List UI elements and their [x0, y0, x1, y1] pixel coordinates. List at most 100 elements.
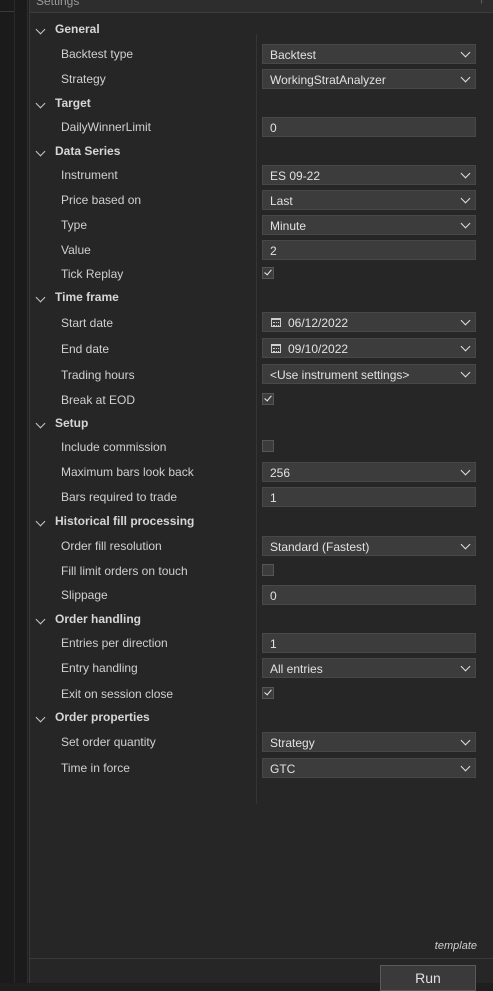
template-link[interactable]: template — [435, 940, 477, 952]
panel-title: Settings — [36, 0, 80, 8]
select-value: All entries — [270, 662, 323, 676]
chevron-down-icon[interactable] — [35, 292, 46, 303]
strategy-select[interactable]: WorkingStratAnalyzer — [262, 69, 476, 89]
chevron-down-icon[interactable] — [460, 539, 471, 550]
calendar-icon[interactable] — [271, 318, 281, 327]
prop-label: Set order quantity — [61, 735, 156, 749]
chevron-down-icon[interactable] — [460, 661, 471, 672]
daily-winner-limit-input[interactable]: 0 — [262, 117, 476, 137]
chevron-down-icon[interactable] — [35, 146, 46, 157]
category-label: Historical fill processing — [55, 514, 195, 528]
trading-hours-select[interactable]: <Use instrument settings> — [262, 364, 476, 384]
type-select[interactable]: Minute — [262, 215, 476, 235]
prop-label: Strategy — [61, 72, 106, 86]
chevron-down-icon[interactable] — [460, 193, 471, 204]
select-value: WorkingStratAnalyzer — [270, 73, 386, 87]
chevron-down-icon[interactable] — [460, 315, 471, 326]
price-based-on-select[interactable]: Last — [262, 190, 476, 210]
chevron-down-icon[interactable] — [460, 735, 471, 746]
fill-limit-on-touch-checkbox[interactable] — [262, 564, 274, 576]
category-label: General — [55, 22, 100, 36]
category-target[interactable]: Target — [30, 93, 493, 115]
chevron-down-icon[interactable] — [460, 72, 471, 83]
category-historical-fill[interactable]: Historical fill processing — [30, 511, 493, 533]
chevron-down-icon[interactable] — [35, 516, 46, 527]
chevron-down-icon[interactable] — [460, 218, 471, 229]
bars-required-input[interactable]: 1 — [262, 487, 476, 507]
input-value: 0 — [270, 121, 277, 135]
pin-icon[interactable]: ↑ — [479, 0, 485, 6]
select-value: GTC — [270, 762, 296, 776]
order-fill-resolution-select[interactable]: Standard (Fastest) — [262, 536, 476, 556]
break-at-eod-checkbox[interactable] — [262, 393, 274, 405]
prop-label: Exit on session close — [61, 687, 174, 701]
category-label: Order properties — [55, 710, 150, 724]
category-label: Order handling — [55, 612, 142, 626]
category-time-frame[interactable]: Time frame — [30, 287, 493, 309]
input-value: 0 — [270, 589, 277, 603]
property-grid: General Backtest type Backtest Strategy … — [30, 14, 493, 954]
prop-label: Bars required to trade — [61, 490, 178, 504]
chevron-down-icon[interactable] — [460, 465, 471, 476]
instrument-select[interactable]: ES 09-22 — [262, 165, 476, 185]
backtest-type-select[interactable]: Backtest — [262, 44, 476, 64]
prop-label: Price based on — [61, 193, 142, 207]
exit-on-session-close-checkbox[interactable] — [262, 687, 274, 699]
left-panel-strip — [0, 0, 28, 983]
prop-label: End date — [61, 342, 110, 356]
select-value: Strategy — [270, 736, 315, 750]
left-splitter[interactable] — [14, 0, 15, 983]
select-value: 256 — [270, 466, 291, 480]
select-value: ES 09-22 — [270, 169, 321, 183]
chevron-down-icon[interactable] — [35, 614, 46, 625]
prop-label: Order fill resolution — [61, 539, 162, 553]
set-order-quantity-select[interactable]: Strategy — [262, 732, 476, 752]
chevron-down-icon[interactable] — [460, 761, 471, 772]
category-general[interactable]: General — [30, 19, 493, 41]
prop-label: Entry handling — [61, 661, 138, 675]
max-bars-look-back-select[interactable]: 256 — [262, 462, 476, 482]
chevron-down-icon[interactable] — [35, 98, 46, 109]
category-order-handling[interactable]: Order handling — [30, 609, 493, 631]
slippage-input[interactable]: 0 — [262, 585, 476, 605]
footer-divider — [30, 958, 493, 959]
chevron-down-icon[interactable] — [460, 341, 471, 352]
left-divider — [0, 11, 14, 12]
category-order-properties[interactable]: Order properties — [30, 707, 493, 729]
value-input[interactable]: 2 — [262, 240, 476, 260]
prop-label: Entries per direction — [61, 636, 168, 650]
chevron-down-icon[interactable] — [35, 418, 46, 429]
select-value: <Use instrument settings> — [270, 368, 410, 382]
category-label: Target — [55, 96, 91, 110]
prop-label: Fill limit orders on touch — [61, 564, 188, 578]
chevron-down-icon[interactable] — [460, 367, 471, 378]
input-value: 1 — [270, 491, 277, 505]
run-button[interactable]: Run — [380, 965, 476, 991]
time-in-force-select[interactable]: GTC — [262, 758, 476, 778]
chevron-down-icon[interactable] — [460, 168, 471, 179]
end-date-picker[interactable]: 09/10/2022 — [262, 338, 476, 358]
tick-replay-checkbox[interactable] — [262, 267, 274, 279]
date-value: 09/10/2022 — [288, 342, 349, 356]
chevron-down-icon[interactable] — [35, 712, 46, 723]
chevron-down-icon[interactable] — [460, 47, 471, 58]
prop-label: Break at EOD — [61, 393, 136, 407]
start-date-picker[interactable]: 06/12/2022 — [262, 312, 476, 332]
prop-label: Slippage — [61, 588, 108, 602]
category-setup[interactable]: Setup — [30, 413, 493, 435]
calendar-icon[interactable] — [271, 344, 281, 353]
prop-label: Start date — [61, 316, 114, 330]
settings-panel: Settings ↑ General Backtest type Backtes… — [29, 0, 493, 991]
prop-label: Include commission — [61, 440, 167, 454]
include-commission-checkbox[interactable] — [262, 440, 274, 452]
category-data-series[interactable]: Data Series — [30, 141, 493, 163]
category-label: Time frame — [55, 290, 119, 304]
chevron-down-icon[interactable] — [35, 24, 46, 35]
prop-label: Time in force — [61, 761, 130, 775]
entries-per-direction-input[interactable]: 1 — [262, 633, 476, 653]
prop-label: Trading hours — [61, 368, 135, 382]
entry-handling-select[interactable]: All entries — [262, 658, 476, 678]
category-label: Data Series — [55, 144, 121, 158]
select-value: Standard (Fastest) — [270, 540, 370, 554]
prop-label: Tick Replay — [61, 267, 124, 281]
